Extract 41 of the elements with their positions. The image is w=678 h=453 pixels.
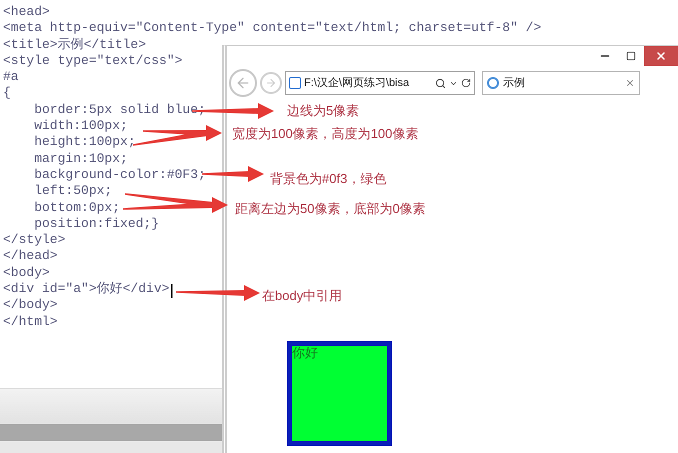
code-line: <div id="a">你好</div> [3, 281, 170, 298]
annotation-text: 边线为5像素 [287, 102, 360, 120]
close-button[interactable] [644, 46, 678, 66]
code-line: bottom:0px; [33, 200, 120, 216]
code-line: </style> [3, 232, 66, 248]
code-line: </head> [3, 248, 58, 265]
globe-icon [487, 77, 499, 89]
code-line: <style type="text/css"> [3, 52, 182, 70]
code-line: position:fixed;} [33, 216, 160, 232]
code-line: <head> [3, 4, 50, 20]
code-line: margin:10px; [33, 150, 128, 167]
search-icon[interactable] [435, 78, 446, 88]
close-tab-icon[interactable] [625, 78, 635, 88]
code-line: height:100px; [33, 134, 136, 151]
arrow [202, 166, 264, 182]
browser-tab[interactable]: 示例 [482, 71, 640, 95]
code-line: background-color:#0F3; [33, 166, 206, 184]
refresh-icon[interactable] [461, 78, 471, 88]
code-line: left:50px; [33, 183, 112, 200]
tab-title: 示例 [503, 76, 525, 91]
address-bar[interactable]: F:\汉企\网页练习\bisa [285, 71, 475, 95]
annotation-text: 背景色为#0f3，绿色 [270, 170, 386, 188]
text-cursor [171, 284, 172, 298]
code-line: #a [3, 69, 19, 86]
code-line: border:5px solid blue; [33, 102, 206, 118]
close-icon [655, 50, 667, 62]
code-line: </html> [3, 314, 58, 330]
code-line: width:100px; [33, 118, 128, 134]
annotation-text: 距离左边为50像素，底部为0像素 [235, 200, 426, 218]
forward-arrow-icon [265, 77, 277, 89]
code-line: { [3, 85, 11, 102]
maximize-icon [626, 51, 636, 61]
box-text: 你好 [292, 346, 319, 360]
annotation-text: 在body中引用 [262, 287, 342, 305]
code-line: <meta http-equiv="Content-Type" content="text/html; charset=utf-8" /> [3, 20, 542, 37]
code-line: </body> [3, 297, 58, 314]
page-icon [289, 77, 301, 89]
annotation-text: 宽度为100像素，高度为100像素 [232, 125, 418, 143]
code-line: <body> [3, 264, 50, 282]
address-text: F:\汉企\网页练习\bisa [304, 76, 410, 91]
code-line: <title>示例</title> [3, 36, 146, 53]
